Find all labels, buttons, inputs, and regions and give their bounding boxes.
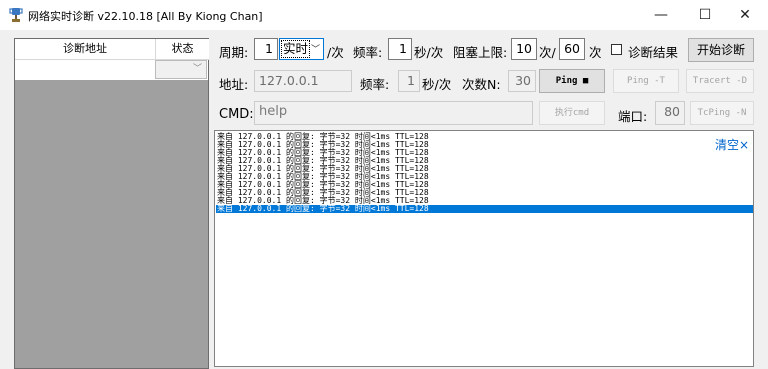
- port-input[interactable]: 80: [655, 101, 685, 125]
- period-mode-select[interactable]: 实时 ﹀: [279, 38, 324, 60]
- minimize-button[interactable]: —: [638, 0, 684, 30]
- ping-button[interactable]: Ping ■: [539, 69, 605, 93]
- title-bar: 网络实时诊断 v22.10.18 [All By Kiong Chan] — ☐…: [0, 0, 768, 30]
- start-diagnosis-button[interactable]: 开始诊断: [688, 38, 754, 62]
- address-input[interactable]: 127.0.0.1: [254, 70, 352, 92]
- ping-t-button[interactable]: Ping -T: [613, 69, 679, 93]
- frequency-input[interactable]: 1: [388, 38, 412, 60]
- block-limit-label: 阻塞上限:: [453, 45, 508, 60]
- window-title: 网络实时诊断 v22.10.18 [All By Kiong Chan]: [28, 10, 263, 23]
- close-button[interactable]: ✕: [722, 0, 768, 30]
- frequency-input-2[interactable]: 1: [398, 70, 420, 92]
- per-label: /次: [327, 45, 344, 60]
- port-label: 端口:: [618, 109, 648, 124]
- block-limit-input[interactable]: 10: [511, 38, 537, 60]
- count-label: 次数N:: [462, 77, 501, 92]
- log-line: 来自 127.0.0.1 的回复: 字节=32 时间<1ms TTL=128: [216, 205, 753, 213]
- tcping-button[interactable]: TcPing -N: [690, 101, 754, 125]
- diagnosis-result-label: 诊断结果: [628, 45, 679, 60]
- tracert-button[interactable]: Tracert -D: [686, 69, 754, 93]
- frequency-label-2: 频率:: [360, 77, 390, 92]
- count-input[interactable]: 30: [508, 70, 536, 92]
- frequency-unit: 秒/次: [414, 45, 444, 60]
- period-mode-value: 实时: [280, 40, 311, 58]
- cmd-label: CMD:: [219, 107, 254, 122]
- diagnosis-result-checkbox[interactable]: [611, 44, 622, 55]
- cmd-input[interactable]: help: [254, 101, 533, 125]
- block-limit-input-2[interactable]: 60: [559, 38, 585, 60]
- frequency-label: 频率:: [353, 45, 383, 60]
- address-label: 地址:: [219, 77, 249, 92]
- log-output[interactable]: 来自 127.0.0.1 的回复: 字节=32 时间<1ms TTL=128 来自…: [214, 130, 754, 367]
- address-list[interactable]: 诊断地址 状态 ﹀: [14, 38, 209, 369]
- period-label: 周期:: [219, 45, 249, 60]
- app-trophy-icon: [9, 8, 23, 22]
- chevron-down-icon: ﹀: [310, 45, 320, 55]
- block-limit-unit: 次/: [539, 45, 556, 60]
- column-header-address[interactable]: 诊断地址: [15, 39, 155, 60]
- period-input[interactable]: 1: [254, 38, 278, 60]
- clear-log-button[interactable]: 清空×: [715, 136, 749, 153]
- exec-cmd-button[interactable]: 执行cmd: [539, 101, 605, 125]
- block-limit-unit-2: 次: [589, 45, 602, 60]
- column-header-status[interactable]: 状态: [155, 39, 209, 60]
- frequency-unit-2: 秒/次: [422, 77, 452, 92]
- status-dropdown[interactable]: ﹀: [155, 60, 207, 79]
- chevron-down-icon: ﹀: [192, 64, 202, 74]
